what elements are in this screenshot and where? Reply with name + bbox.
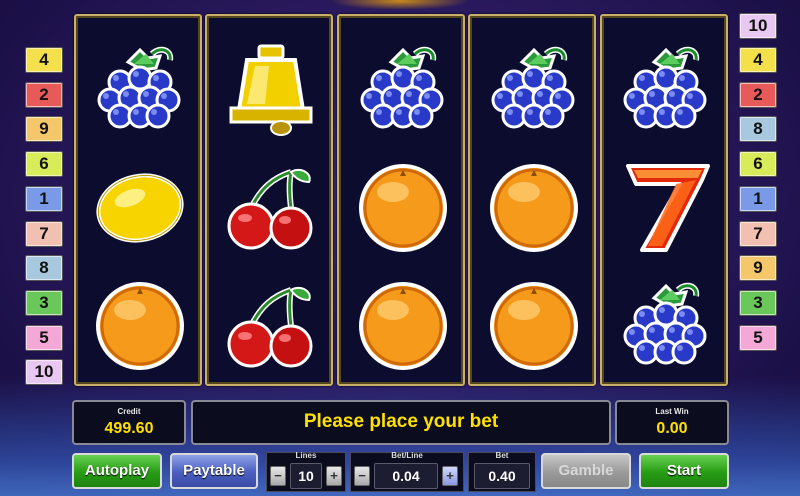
bet-line-label: Bet/Line xyxy=(391,451,423,460)
bell-icon xyxy=(221,40,321,140)
right-line-marker: 2 xyxy=(739,81,777,108)
right-line-marker: 1 xyxy=(739,185,777,212)
status-message: Please place your bet xyxy=(303,411,499,432)
left-line-marker: 9 xyxy=(25,116,63,143)
credit-panel: Credit 499.60 xyxy=(72,400,186,445)
reel-3 xyxy=(337,14,465,386)
right-line-marker: 10 xyxy=(739,13,777,39)
bet-line-value: 0.04 xyxy=(374,463,438,489)
right-line-marker: 6 xyxy=(739,151,777,178)
last-win-label: Last Win xyxy=(655,407,689,416)
lines-plus-button[interactable]: + xyxy=(326,466,342,486)
grapes-icon xyxy=(616,276,716,376)
reel-1 xyxy=(74,14,202,386)
grapes-icon xyxy=(616,40,716,140)
last-win-value: 0.00 xyxy=(656,420,688,437)
right-line-marker: 4 xyxy=(739,47,777,73)
left-line-marker: 4 xyxy=(25,47,63,73)
right-line-marker: 3 xyxy=(739,289,777,316)
left-line-marker: 5 xyxy=(25,324,63,351)
right-line-marker: 9 xyxy=(739,255,777,282)
lemon-icon xyxy=(90,158,190,258)
left-line-marker: 3 xyxy=(25,289,63,316)
orange-icon xyxy=(353,158,453,258)
paytable-button[interactable]: Paytable xyxy=(170,453,258,489)
lines-minus-button[interactable]: − xyxy=(270,466,286,486)
autoplay-button[interactable]: Autoplay xyxy=(72,453,162,489)
seven-icon xyxy=(616,158,716,258)
left-line-marker: 8 xyxy=(25,255,63,282)
bet-value: 0.40 xyxy=(474,463,530,489)
orange-icon xyxy=(90,276,190,376)
game-logo-glow xyxy=(330,0,470,10)
orange-icon xyxy=(353,276,453,376)
lines-label: Lines xyxy=(295,451,317,460)
lines-value: 10 xyxy=(290,463,322,489)
reel-5 xyxy=(600,14,728,386)
gamble-button[interactable]: Gamble xyxy=(541,453,631,489)
reel-4 xyxy=(468,14,596,386)
left-line-marker: 6 xyxy=(25,151,63,178)
reel-2 xyxy=(205,14,333,386)
grapes-icon xyxy=(353,40,453,140)
orange-icon xyxy=(484,276,584,376)
right-line-marker: 7 xyxy=(739,220,777,247)
left-line-marker: 10 xyxy=(25,359,63,386)
last-win-panel: Last Win 0.00 xyxy=(615,400,729,445)
right-line-marker: 8 xyxy=(739,116,777,143)
left-line-marker: 2 xyxy=(25,81,63,108)
orange-icon xyxy=(484,158,584,258)
message-panel: Please place your bet xyxy=(191,400,611,445)
grapes-icon xyxy=(90,40,190,140)
left-line-marker: 1 xyxy=(25,185,63,212)
bet-line-minus-button[interactable]: − xyxy=(354,466,370,486)
credit-label: Credit xyxy=(117,407,141,416)
cherries-icon xyxy=(221,276,321,376)
right-line-marker: 5 xyxy=(739,324,777,351)
bet-label: Bet xyxy=(495,451,509,460)
grapes-icon xyxy=(484,40,584,140)
start-button[interactable]: Start xyxy=(639,453,729,489)
bet-line-plus-button[interactable]: + xyxy=(442,466,458,486)
left-line-marker: 7 xyxy=(25,220,63,247)
cherries-icon xyxy=(221,158,321,258)
credit-value: 499.60 xyxy=(104,420,154,437)
